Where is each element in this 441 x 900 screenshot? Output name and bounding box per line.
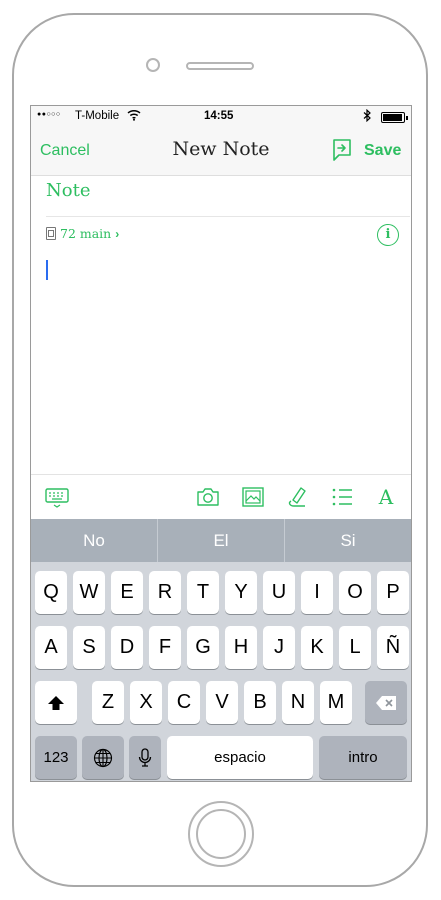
key-v[interactable]: V xyxy=(206,681,238,724)
key-e[interactable]: E xyxy=(111,571,143,614)
image-icon[interactable] xyxy=(241,485,265,509)
text-cursor xyxy=(46,260,48,280)
key-h[interactable]: H xyxy=(225,626,257,669)
key-o[interactable]: O xyxy=(339,571,371,614)
chevron-right-icon: › xyxy=(115,226,120,241)
camera-icon[interactable] xyxy=(196,485,220,509)
suggestion-item[interactable]: El xyxy=(158,519,285,562)
numbers-key[interactable]: 123 xyxy=(35,736,77,779)
status-bar: ●●○○○ T-Mobile 14:55 xyxy=(31,106,411,128)
editor-toolbar: A xyxy=(31,474,411,519)
save-button[interactable]: Save xyxy=(364,142,401,160)
list-icon[interactable] xyxy=(330,485,354,509)
share-icon[interactable] xyxy=(329,138,353,164)
key-z[interactable]: Z xyxy=(92,681,124,724)
suggestion-item[interactable]: No xyxy=(31,519,158,562)
note-body-editor[interactable] xyxy=(41,254,403,469)
key-m[interactable]: M xyxy=(320,681,352,724)
key-f[interactable]: F xyxy=(149,626,181,669)
key-y[interactable]: Y xyxy=(225,571,257,614)
globe-key[interactable] xyxy=(82,736,124,779)
navigation-bar: Cancel New Note Save xyxy=(31,128,411,176)
key-p[interactable]: P xyxy=(377,571,409,614)
dictation-key[interactable] xyxy=(129,736,161,779)
return-key[interactable]: intro xyxy=(319,736,407,779)
earpiece-speaker xyxy=(186,62,254,70)
key-j[interactable]: J xyxy=(263,626,295,669)
key-a[interactable]: A xyxy=(35,626,67,669)
wifi-icon xyxy=(127,109,141,124)
suggestion-bar: No El Si xyxy=(31,519,411,562)
key-n-tilde[interactable]: Ñ xyxy=(377,626,409,669)
key-u[interactable]: U xyxy=(263,571,295,614)
key-g[interactable]: G xyxy=(187,626,219,669)
microphone-icon xyxy=(138,746,152,768)
battery-icon xyxy=(381,112,408,123)
backspace-icon xyxy=(375,691,397,713)
key-b[interactable]: B xyxy=(244,681,276,724)
screen: ●●○○○ T-Mobile 14:55 Cancel New Note Sav… xyxy=(30,105,412,782)
bluetooth-icon xyxy=(363,108,371,125)
note-title-input[interactable]: Note xyxy=(46,180,90,201)
shift-key[interactable] xyxy=(35,681,77,724)
globe-icon xyxy=(93,746,113,768)
keyboard-icon[interactable] xyxy=(45,485,69,509)
key-w[interactable]: W xyxy=(73,571,105,614)
space-key[interactable]: espacio xyxy=(167,736,313,779)
key-l[interactable]: L xyxy=(339,626,371,669)
key-n[interactable]: N xyxy=(282,681,314,724)
key-i[interactable]: I xyxy=(301,571,333,614)
signal-strength: ●●○○○ xyxy=(37,111,61,118)
page-title: New Note xyxy=(172,138,270,160)
home-button-ring xyxy=(196,809,246,859)
clock: 14:55 xyxy=(204,110,234,122)
title-divider xyxy=(46,216,410,217)
key-s[interactable]: S xyxy=(73,626,105,669)
carrier-name: T-Mobile xyxy=(75,110,120,122)
key-r[interactable]: R xyxy=(149,571,181,614)
key-x[interactable]: X xyxy=(130,681,162,724)
key-q[interactable]: Q xyxy=(35,571,67,614)
format-icon[interactable]: A xyxy=(374,485,398,509)
key-t[interactable]: T xyxy=(187,571,219,614)
sketch-icon[interactable] xyxy=(285,485,309,509)
info-button[interactable]: i xyxy=(377,224,399,246)
keyboard: No El Si Q W E R T Y U I O P A S D F G H… xyxy=(31,519,411,781)
shift-icon xyxy=(47,691,65,713)
battery-level xyxy=(383,114,402,121)
key-d[interactable]: D xyxy=(111,626,143,669)
key-k[interactable]: K xyxy=(301,626,333,669)
delete-key[interactable] xyxy=(365,681,407,724)
notebook-selector[interactable]: 72 main › xyxy=(46,226,119,241)
key-c[interactable]: C xyxy=(168,681,200,724)
notebook-name: 72 main xyxy=(60,226,112,241)
suggestion-item[interactable]: Si xyxy=(285,519,411,562)
notebook-icon xyxy=(46,227,56,240)
front-camera xyxy=(146,58,160,72)
